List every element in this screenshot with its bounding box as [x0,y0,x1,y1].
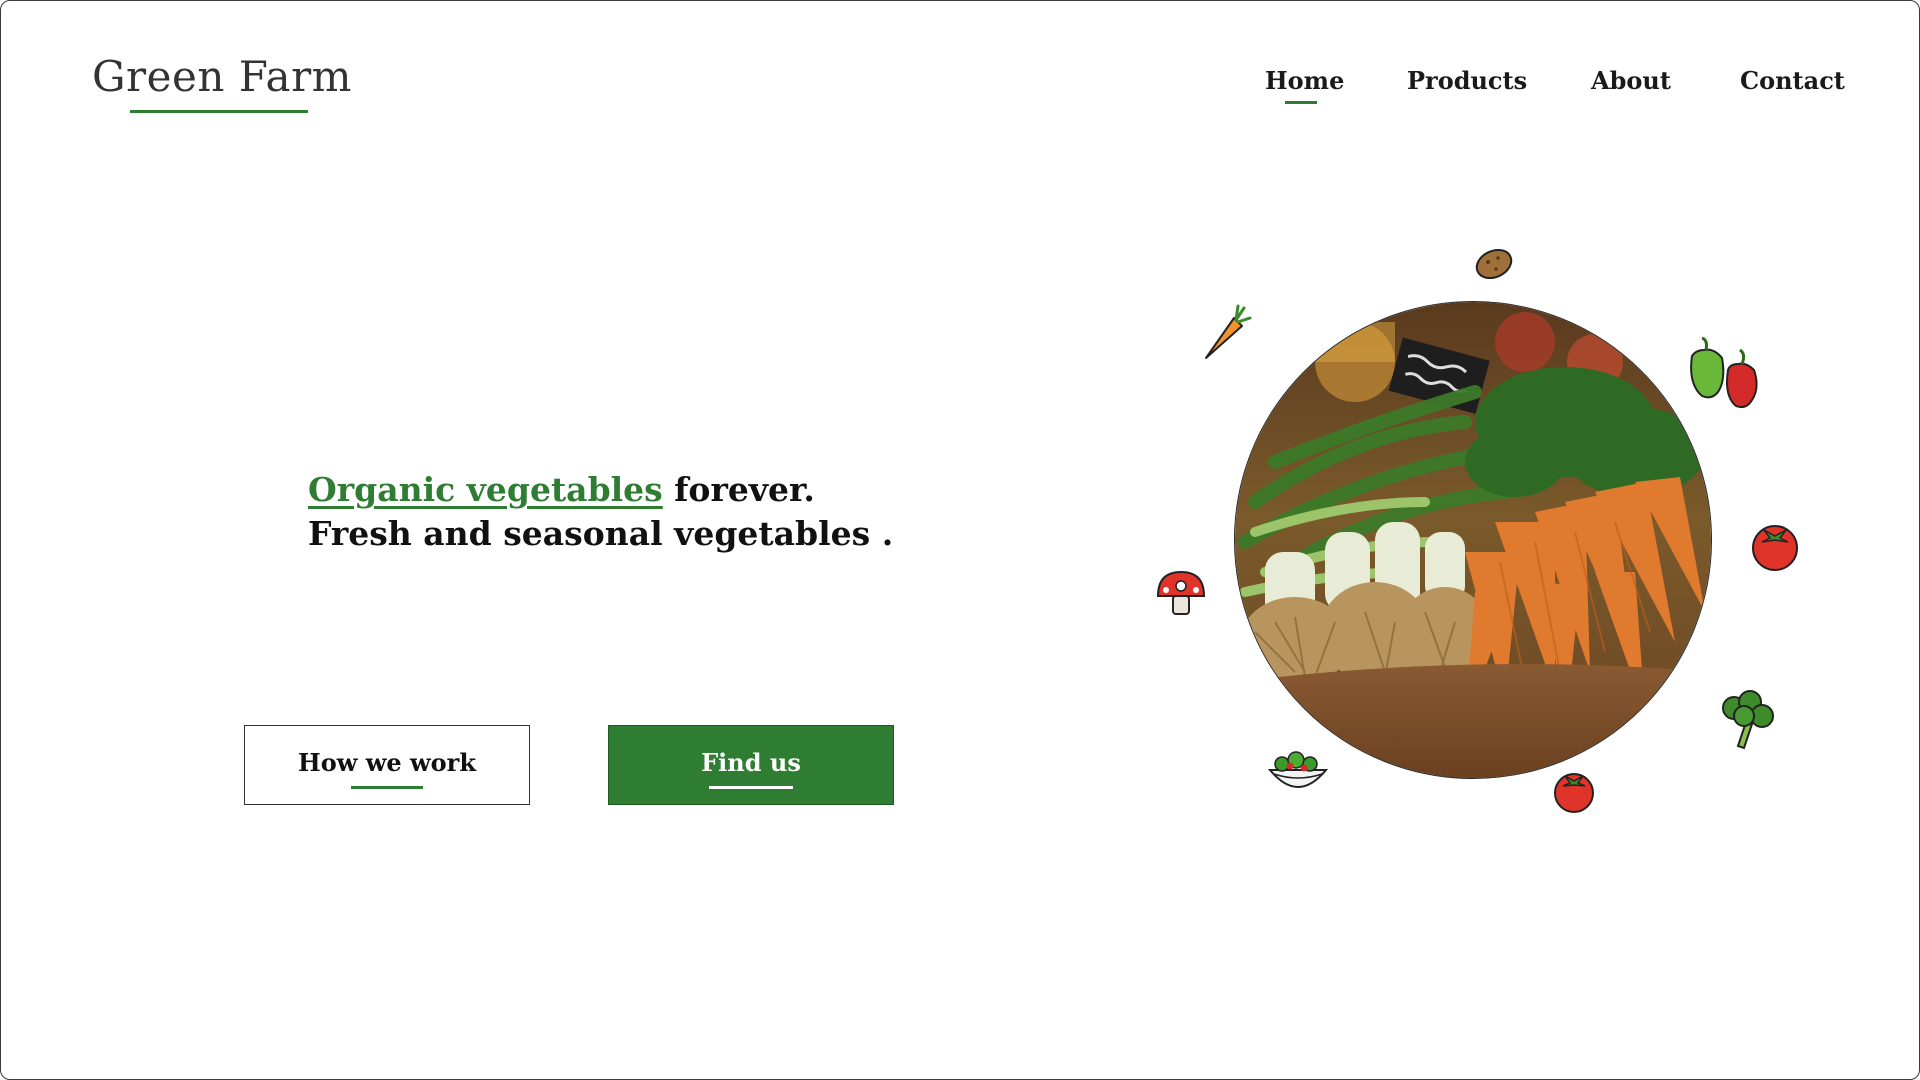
broccoli-icon [1722,690,1774,750]
how-we-work-button[interactable]: How we work [244,725,530,805]
find-us-button[interactable]: Find us [608,725,894,805]
hero-headline: Organic vegetables forever. Fresh and se… [308,468,893,556]
headline-rest: forever. [662,470,815,509]
carrot-icon [1205,304,1252,359]
headline-accent-link[interactable]: Organic vegetables [308,470,663,509]
brand-logo[interactable]: Green Farm [92,52,352,101]
tomato-icon [1752,525,1798,571]
vegetable-photo-svg [1235,302,1711,778]
nav-about[interactable]: About [1591,66,1671,95]
pepper-icon [1690,336,1758,409]
potato-icon [1475,248,1513,280]
nav-contact[interactable]: Contact [1740,66,1845,95]
nav-products[interactable]: Products [1407,66,1527,95]
hero-line-1: Organic vegetables forever. [308,468,893,512]
mushroom-icon [1156,570,1206,615]
nav-home[interactable]: Home [1265,66,1344,95]
nav-active-indicator [1285,101,1317,104]
find-us-underline [708,785,793,789]
how-we-work-label: How we work [298,747,476,777]
vegetable-market-photo [1234,301,1712,779]
small-tomato-icon [1554,773,1594,813]
hero-subline: Fresh and seasonal vegetables . [308,514,894,553]
how-we-work-underline [351,785,423,789]
salad-bowl-icon [1267,751,1329,788]
logo-underline [130,110,308,113]
find-us-label: Find us [701,747,801,777]
